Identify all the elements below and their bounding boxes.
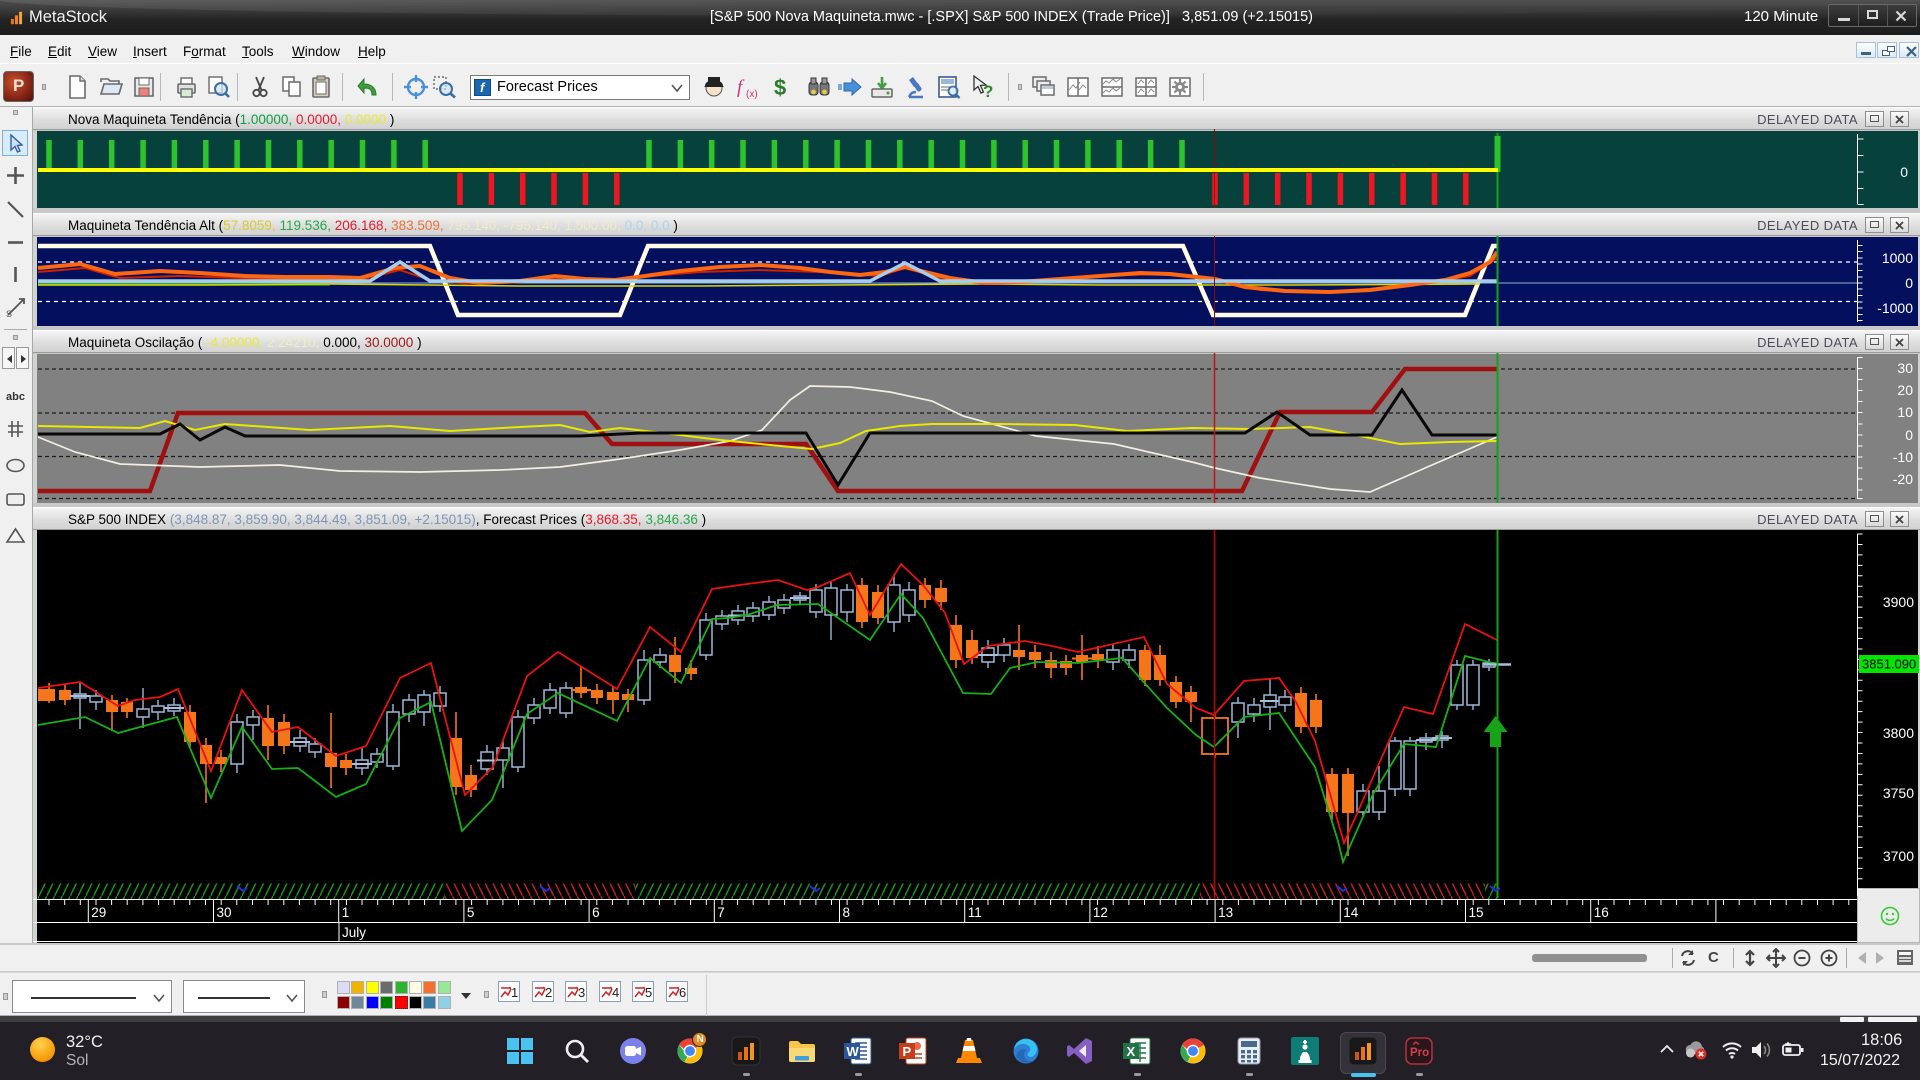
svg-text:1000: 1000 <box>1882 250 1913 266</box>
svg-text:3700: 3700 <box>1883 848 1914 864</box>
svg-text:5: 5 <box>467 905 475 920</box>
svg-text:10: 10 <box>1897 404 1913 420</box>
svg-text:3900: 3900 <box>1883 594 1914 610</box>
svg-text:3750: 3750 <box>1883 785 1914 801</box>
svg-text:f: f <box>737 77 745 98</box>
svg-text:July: July <box>342 925 366 940</box>
svg-text:0: 0 <box>1905 427 1913 443</box>
svg-text:16: 16 <box>1594 905 1609 920</box>
svg-text:29: 29 <box>91 905 106 920</box>
svg-text:13: 13 <box>1218 905 1233 920</box>
svg-text:14: 14 <box>1343 905 1359 920</box>
svg-text:$: $ <box>774 75 786 100</box>
svg-text:30: 30 <box>1897 360 1913 376</box>
svg-text:6: 6 <box>592 905 600 920</box>
svg-text:15: 15 <box>1469 905 1484 920</box>
svg-text:(x): (x) <box>746 89 758 100</box>
svg-text:0: 0 <box>1905 275 1913 291</box>
svg-text:1: 1 <box>342 905 350 920</box>
svg-text:W: W <box>847 1044 860 1059</box>
svg-text:20: 20 <box>1897 382 1913 398</box>
svg-text:8: 8 <box>843 905 851 920</box>
svg-text:7: 7 <box>717 905 725 920</box>
svg-text:-1000: -1000 <box>1877 300 1913 316</box>
svg-text:3800: 3800 <box>1883 725 1914 741</box>
svg-text:3851.090: 3851.090 <box>1862 657 1916 672</box>
svg-text:12: 12 <box>1093 905 1108 920</box>
svg-text:?: ? <box>983 82 993 100</box>
svg-text:-10: -10 <box>1893 449 1913 465</box>
svg-text:-20: -20 <box>1893 471 1913 487</box>
svg-text:0: 0 <box>1900 164 1908 180</box>
svg-text:Pro: Pro <box>1410 1047 1429 1059</box>
svg-text:30: 30 <box>217 905 232 920</box>
svg-text:11: 11 <box>968 905 982 920</box>
svg-text:P: P <box>903 1044 912 1059</box>
svg-text:X: X <box>1127 1044 1136 1059</box>
